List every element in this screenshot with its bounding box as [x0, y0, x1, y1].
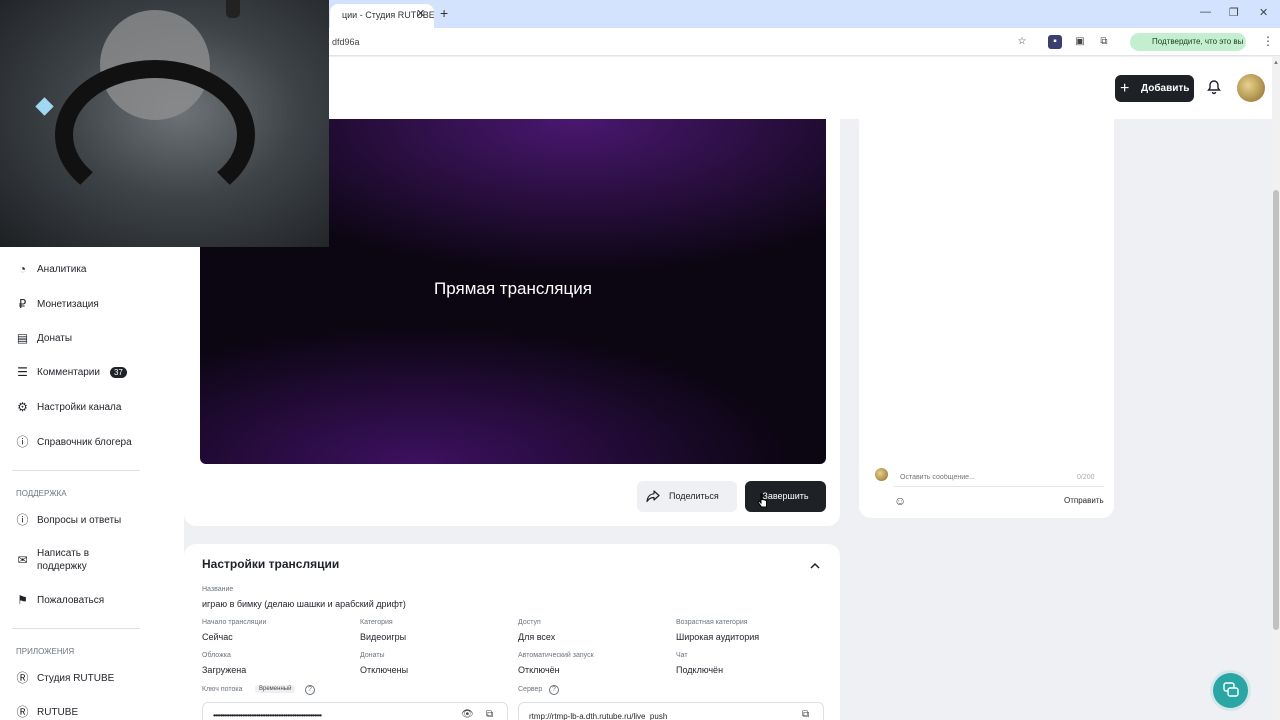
chat-bubbles-icon	[1223, 682, 1239, 697]
info-icon: ⓘ	[16, 435, 29, 449]
stream-key-label: Ключ потока	[202, 686, 243, 693]
server-label: Сервер	[518, 686, 543, 693]
sidebar-item-label: RUTUBE	[37, 707, 79, 718]
copy-icon[interactable]: ⧉	[802, 709, 809, 720]
share-icon	[646, 489, 660, 508]
field-label: Донаты	[360, 652, 385, 659]
sidebar-divider	[12, 470, 140, 471]
sidebar-item-faq[interactable]: ⓘ Вопросы и ответы	[16, 514, 121, 527]
extension-icon[interactable]: ▣	[1073, 35, 1087, 49]
sidebar-item-label: Настройки канала	[37, 402, 122, 413]
url-text[interactable]: dfd96a	[332, 37, 360, 47]
sidebar-divider	[12, 628, 140, 629]
field-label: Возрастная категория	[676, 619, 748, 626]
clipboard-icon: ▤	[16, 331, 29, 345]
sidebar-item-monetization[interactable]: ₽ Монетизация	[16, 298, 99, 311]
field-value: Загружена	[202, 665, 247, 675]
field-value: Отключён	[518, 665, 560, 675]
diamond-icon	[35, 97, 54, 116]
chevron-up-icon[interactable]	[809, 559, 821, 577]
sidebar-item-label: Студия RUTUBE	[37, 673, 115, 684]
question-icon: ⓘ	[16, 513, 29, 527]
field-value: Широкая аудитория	[676, 632, 760, 642]
sidebar-item-label: Вопросы и ответы	[37, 515, 122, 526]
field-label: Чат	[676, 652, 688, 659]
stream-name-value: играю в бимку (делаю шашки и арабский др…	[202, 599, 406, 609]
scrollbar-thumb[interactable]	[1273, 190, 1279, 630]
copy-icon[interactable]: ⧉	[486, 709, 493, 720]
sidebar-item-channel-settings[interactable]: ⚙ Настройки канала	[16, 401, 121, 414]
sidebar-item-label: Написать в поддержку	[37, 548, 90, 572]
field-label: Автоматический запуск	[518, 652, 594, 659]
sidebar-item-label: Комментарии	[37, 367, 100, 378]
sidebar-item-comments[interactable]: ☰ Комментарии 37	[16, 366, 127, 379]
avatar	[875, 468, 888, 481]
ruble-icon: ₽	[18, 297, 27, 311]
mail-icon: ✉	[17, 552, 28, 567]
field-value: Отключены	[360, 665, 409, 675]
stream-name-label: Название	[202, 586, 234, 593]
avatar[interactable]	[1237, 74, 1265, 102]
profile-verify-pill[interactable]: Подтвердите, что это вы	[1130, 33, 1246, 51]
field-label: Начало трансляции	[202, 619, 267, 626]
sidebar-item-blogger-guide[interactable]: ⓘ Справочник блогера	[16, 435, 132, 449]
eye-icon[interactable]: 👁	[461, 709, 474, 720]
extension-icon[interactable]: ▪	[1048, 35, 1062, 49]
bell-icon[interactable]	[1206, 79, 1222, 100]
sidebar-item-report[interactable]: ⚑ Пожаловаться	[16, 594, 104, 607]
sidebar-item-label: Донаты	[37, 333, 73, 344]
scroll-up-icon[interactable]: ▲	[1273, 60, 1279, 66]
support-chat-button[interactable]	[1213, 673, 1248, 708]
comments-count-badge: 37	[109, 367, 127, 378]
sidebar-item-label: Справочник блогера	[37, 437, 132, 448]
rutube-studio-icon: Ⓡ	[16, 671, 29, 685]
sidebar-item-rutube[interactable]: Ⓡ RUTUBE	[16, 706, 78, 719]
sidebar-item-rutube-studio[interactable]: Ⓡ Студия RUTUBE	[16, 672, 114, 685]
comments-icon: ☰	[17, 365, 28, 379]
bookmark-star-icon[interactable]: ☆	[1015, 35, 1029, 49]
flag-icon: ⚑	[17, 593, 28, 607]
sidebar-item-analytics[interactable]: ◔ Аналитика	[16, 263, 87, 276]
temporary-badge: Временный	[255, 685, 296, 693]
stream-status-label: Прямая трансляция	[434, 279, 592, 298]
close-tab-icon[interactable]: ✕	[416, 7, 425, 20]
browser-menu-icon[interactable]: ⋮	[1262, 34, 1274, 48]
rutube-icon: Ⓡ	[16, 705, 29, 719]
apps-heading: ПРИЛОЖЕНИЯ	[16, 647, 75, 656]
sidebar-item-label: Монетизация	[37, 299, 99, 310]
field-label: Обложка	[202, 652, 231, 659]
server-url-field[interactable]: rtmp://rtmp-lb-a.dth.rutube.ru/live_push	[518, 702, 824, 720]
sidebar-item-label: Аналитика	[37, 264, 87, 275]
extensions-puzzle-icon[interactable]: ⧉	[1097, 35, 1111, 49]
field-value: Сейчас	[202, 632, 233, 642]
field-value: Видеоигры	[360, 632, 407, 642]
sidebar-item-donations[interactable]: ▤ Донаты	[16, 332, 72, 345]
sidebar-item-label: Пожаловаться	[37, 595, 105, 606]
gear-icon: ⚙	[17, 400, 28, 414]
help-icon[interactable]: ?	[549, 685, 559, 695]
chat-panel	[859, 119, 1114, 518]
emoji-icon[interactable]: ☺	[894, 494, 906, 508]
field-label: Доступ	[518, 619, 541, 626]
chat-char-counter: 0/200	[1077, 474, 1095, 481]
webcam-overlay	[0, 0, 329, 247]
help-icon[interactable]: ?	[305, 685, 315, 695]
support-heading: ПОДДЕРЖКА	[16, 489, 67, 498]
minimize-icon[interactable]: —	[1200, 6, 1211, 18]
field-label: Категория	[360, 619, 393, 626]
send-message-button[interactable]: Отправить	[1064, 496, 1104, 505]
sidebar-item-write-support[interactable]: ✉ Написать в поддержку	[16, 547, 136, 573]
maximize-icon[interactable]: ❐	[1229, 6, 1239, 19]
plus-icon: +	[1120, 80, 1130, 97]
settings-title: Настройки трансляции	[202, 557, 340, 571]
chat-message-input[interactable]	[894, 468, 1104, 487]
field-value: Для всех	[518, 632, 556, 642]
window-close-icon[interactable]: ✕	[1259, 6, 1268, 19]
mouse-pointer-icon	[757, 493, 769, 514]
new-tab-icon[interactable]: +	[440, 5, 448, 21]
field-value: Подключён	[676, 665, 724, 675]
analytics-icon: ◔	[18, 262, 27, 276]
